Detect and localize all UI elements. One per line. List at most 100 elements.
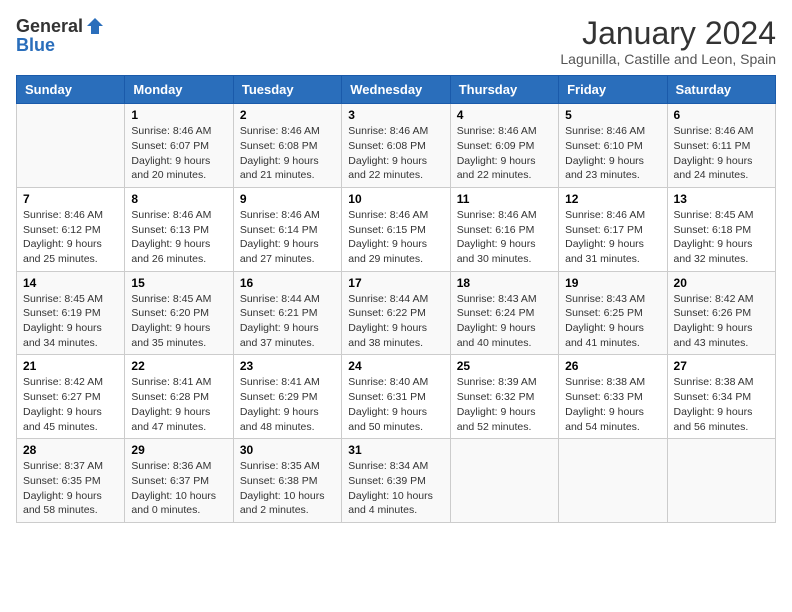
cell-info: Sunrise: 8:46 AMSunset: 6:10 PMDaylight:… [565,125,645,181]
week-row-4: 21 Sunrise: 8:42 AMSunset: 6:27 PMDayligh… [17,355,776,439]
day-number: 26 [565,359,660,373]
calendar-cell: 3 Sunrise: 8:46 AMSunset: 6:08 PMDaylight… [342,104,450,188]
day-number: 25 [457,359,552,373]
day-number: 13 [674,192,769,206]
week-row-1: 1 Sunrise: 8:46 AMSunset: 6:07 PMDaylight… [17,104,776,188]
cell-info: Sunrise: 8:45 AMSunset: 6:18 PMDaylight:… [674,209,754,265]
day-header-friday: Friday [559,76,667,104]
calendar-cell [559,439,667,523]
calendar-cell: 5 Sunrise: 8:46 AMSunset: 6:10 PMDaylight… [559,104,667,188]
cell-info: Sunrise: 8:42 AMSunset: 6:27 PMDaylight:… [23,376,103,432]
calendar-cell: 21 Sunrise: 8:42 AMSunset: 6:27 PMDayligh… [17,355,125,439]
day-header-tuesday: Tuesday [233,76,341,104]
cell-info: Sunrise: 8:43 AMSunset: 6:24 PMDaylight:… [457,293,537,349]
cell-info: Sunrise: 8:44 AMSunset: 6:21 PMDaylight:… [240,293,320,349]
cell-info: Sunrise: 8:46 AMSunset: 6:07 PMDaylight:… [131,125,211,181]
calendar-cell: 13 Sunrise: 8:45 AMSunset: 6:18 PMDayligh… [667,187,775,271]
calendar-cell: 15Sunrise: 8:45 AMSunset: 6:20 PMDayligh… [125,271,233,355]
calendar-cell: 19Sunrise: 8:43 AMSunset: 6:25 PMDayligh… [559,271,667,355]
day-number: 30 [240,443,335,457]
day-number: 1 [131,108,226,122]
day-number: 6 [674,108,769,122]
day-number: 22 [131,359,226,373]
cell-info: Sunrise: 8:40 AMSunset: 6:31 PMDaylight:… [348,376,428,432]
cell-info: Sunrise: 8:46 AMSunset: 6:11 PMDaylight:… [674,125,754,181]
cell-info: Sunrise: 8:42 AMSunset: 6:26 PMDaylight:… [674,293,754,349]
cell-info: Sunrise: 8:39 AMSunset: 6:32 PMDaylight:… [457,376,537,432]
calendar-cell: 12Sunrise: 8:46 AMSunset: 6:17 PMDayligh… [559,187,667,271]
calendar-cell: 25 Sunrise: 8:39 AMSunset: 6:32 PMDayligh… [450,355,558,439]
calendar-cell: 20 Sunrise: 8:42 AMSunset: 6:26 PMDayligh… [667,271,775,355]
day-header-monday: Monday [125,76,233,104]
cell-info: Sunrise: 8:46 AMSunset: 6:14 PMDaylight:… [240,209,320,265]
title-area: January 2024 Lagunilla, Castille and Leo… [560,16,776,67]
calendar-cell: 4 Sunrise: 8:46 AMSunset: 6:09 PMDaylight… [450,104,558,188]
calendar-cell: 27Sunrise: 8:38 AMSunset: 6:34 PMDayligh… [667,355,775,439]
day-number: 4 [457,108,552,122]
cell-info: Sunrise: 8:38 AMSunset: 6:33 PMDaylight:… [565,376,645,432]
calendar-cell: 29Sunrise: 8:36 AMSunset: 6:37 PMDayligh… [125,439,233,523]
day-number: 3 [348,108,443,122]
cell-info: Sunrise: 8:46 AMSunset: 6:15 PMDaylight:… [348,209,428,265]
day-header-saturday: Saturday [667,76,775,104]
calendar-cell: 22 Sunrise: 8:41 AMSunset: 6:28 PMDayligh… [125,355,233,439]
day-number: 21 [23,359,118,373]
calendar-cell: 11Sunrise: 8:46 AMSunset: 6:16 PMDayligh… [450,187,558,271]
cell-info: Sunrise: 8:46 AMSunset: 6:13 PMDaylight:… [131,209,211,265]
day-number: 19 [565,276,660,290]
calendar-cell [667,439,775,523]
cell-info: Sunrise: 8:34 AMSunset: 6:39 PMDaylight:… [348,460,433,516]
calendar-cell: 8 Sunrise: 8:46 AMSunset: 6:13 PMDaylight… [125,187,233,271]
day-number: 12 [565,192,660,206]
day-number: 5 [565,108,660,122]
day-header-wednesday: Wednesday [342,76,450,104]
day-number: 28 [23,443,118,457]
calendar-cell [450,439,558,523]
header-row: SundayMondayTuesdayWednesdayThursdayFrid… [17,76,776,104]
calendar-cell: 10 Sunrise: 8:46 AMSunset: 6:15 PMDayligh… [342,187,450,271]
week-row-3: 14Sunrise: 8:45 AMSunset: 6:19 PMDayligh… [17,271,776,355]
calendar-cell: 30 Sunrise: 8:35 AMSunset: 6:38 PMDayligh… [233,439,341,523]
header: General Blue January 2024 Lagunilla, Cas… [16,16,776,67]
cell-info: Sunrise: 8:45 AMSunset: 6:20 PMDaylight:… [131,293,211,349]
day-header-thursday: Thursday [450,76,558,104]
calendar-cell: 28 Sunrise: 8:37 AMSunset: 6:35 PMDayligh… [17,439,125,523]
cell-info: Sunrise: 8:41 AMSunset: 6:29 PMDaylight:… [240,376,320,432]
day-number: 16 [240,276,335,290]
calendar-cell: 24 Sunrise: 8:40 AMSunset: 6:31 PMDayligh… [342,355,450,439]
subtitle: Lagunilla, Castille and Leon, Spain [560,51,776,67]
cell-info: Sunrise: 8:46 AMSunset: 6:09 PMDaylight:… [457,125,537,181]
day-number: 20 [674,276,769,290]
day-number: 8 [131,192,226,206]
calendar-cell: 18Sunrise: 8:43 AMSunset: 6:24 PMDayligh… [450,271,558,355]
main-title: January 2024 [560,16,776,51]
calendar-cell: 1 Sunrise: 8:46 AMSunset: 6:07 PMDaylight… [125,104,233,188]
day-number: 2 [240,108,335,122]
week-row-5: 28 Sunrise: 8:37 AMSunset: 6:35 PMDayligh… [17,439,776,523]
day-number: 10 [348,192,443,206]
logo-general: General [16,17,83,35]
day-header-sunday: Sunday [17,76,125,104]
day-number: 27 [674,359,769,373]
cell-info: Sunrise: 8:41 AMSunset: 6:28 PMDaylight:… [131,376,211,432]
calendar-cell: 17Sunrise: 8:44 AMSunset: 6:22 PMDayligh… [342,271,450,355]
calendar-cell: 6 Sunrise: 8:46 AMSunset: 6:11 PMDaylight… [667,104,775,188]
cell-info: Sunrise: 8:46 AMSunset: 6:08 PMDaylight:… [240,125,320,181]
cell-info: Sunrise: 8:45 AMSunset: 6:19 PMDaylight:… [23,293,103,349]
day-number: 24 [348,359,443,373]
cell-info: Sunrise: 8:44 AMSunset: 6:22 PMDaylight:… [348,293,428,349]
calendar-cell: 2 Sunrise: 8:46 AMSunset: 6:08 PMDaylight… [233,104,341,188]
calendar-cell [17,104,125,188]
day-number: 23 [240,359,335,373]
day-number: 31 [348,443,443,457]
logo-icon [85,16,105,36]
cell-info: Sunrise: 8:46 AMSunset: 6:08 PMDaylight:… [348,125,428,181]
calendar-cell: 26 Sunrise: 8:38 AMSunset: 6:33 PMDayligh… [559,355,667,439]
cell-info: Sunrise: 8:35 AMSunset: 6:38 PMDaylight:… [240,460,325,516]
cell-info: Sunrise: 8:37 AMSunset: 6:35 PMDaylight:… [23,460,103,516]
cell-info: Sunrise: 8:46 AMSunset: 6:12 PMDaylight:… [23,209,103,265]
calendar-cell: 16 Sunrise: 8:44 AMSunset: 6:21 PMDayligh… [233,271,341,355]
calendar-table: SundayMondayTuesdayWednesdayThursdayFrid… [16,75,776,523]
calendar-cell: 23 Sunrise: 8:41 AMSunset: 6:29 PMDayligh… [233,355,341,439]
logo: General Blue [16,16,105,56]
